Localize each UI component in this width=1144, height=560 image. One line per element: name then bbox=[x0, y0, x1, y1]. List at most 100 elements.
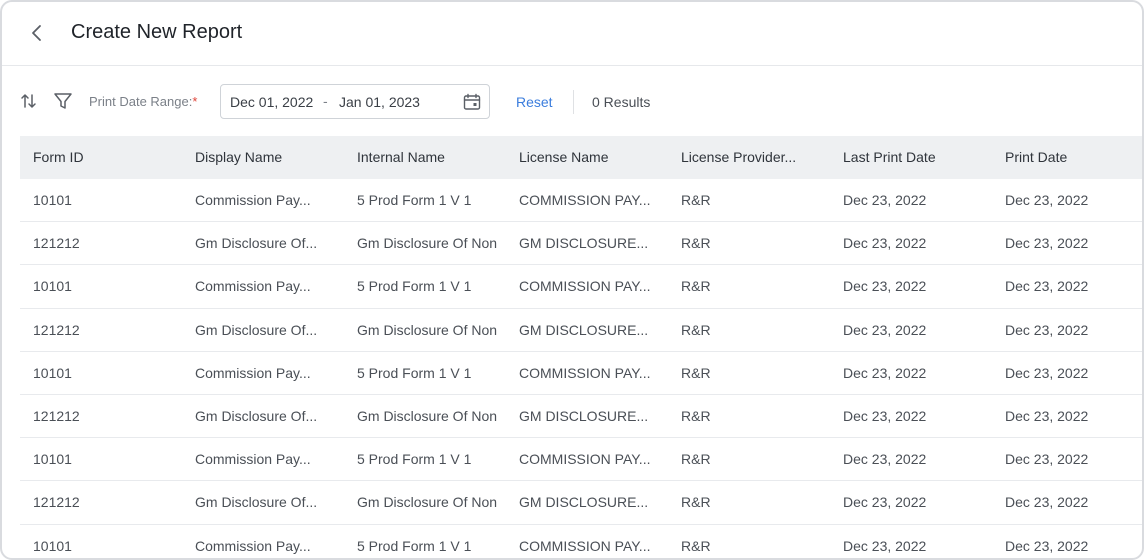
form-id-cell: 121212 bbox=[33, 494, 80, 511]
reset-button[interactable]: Reset bbox=[516, 94, 553, 110]
license-name-cell: GM DISCLOSURE... bbox=[519, 235, 649, 252]
range-label-text: Print Date Range: bbox=[89, 94, 193, 109]
internal-name-cell: Gm Disclosure Of Non bbox=[357, 321, 498, 338]
filter-button[interactable] bbox=[52, 90, 74, 112]
report-table: Form ID Display Name Internal Name Licen… bbox=[20, 136, 1142, 559]
date-separator: - bbox=[323, 93, 328, 109]
column-header-license-provider[interactable]: License Provider... bbox=[681, 149, 831, 165]
internal-name-cell: 5 Prod Form 1 V 1 bbox=[357, 192, 472, 208]
report-window: Create New Report Print Date Range:* Dec… bbox=[0, 0, 1144, 560]
date-start-value: Dec 01, 2022 bbox=[230, 94, 314, 110]
license-provider-cell: R&R bbox=[681, 192, 711, 208]
license-provider-cell: R&R bbox=[681, 321, 711, 338]
last-print-date-cell: Dec 23, 2022 bbox=[843, 494, 927, 511]
page-header: Create New Report bbox=[2, 2, 1142, 66]
form-id-cell: 10101 bbox=[33, 192, 72, 208]
internal-name-cell: 5 Prod Form 1 V 1 bbox=[357, 451, 472, 468]
last-print-date-cell: Dec 23, 2022 bbox=[843, 278, 927, 295]
column-header-print-date[interactable]: Print Date bbox=[1005, 149, 1142, 165]
date-end-value: Jan 01, 2023 bbox=[339, 94, 420, 110]
license-name-cell: GM DISCLOSURE... bbox=[519, 321, 649, 338]
display-name-cell: Commission Pay... bbox=[195, 364, 311, 381]
display-name-cell: Gm Disclosure Of... bbox=[195, 321, 318, 338]
last-print-date-cell: Dec 23, 2022 bbox=[843, 235, 927, 252]
calendar-icon[interactable] bbox=[463, 93, 481, 111]
table-row[interactable]: 121212 Gm Disclosure Of... Gm Disclosure O… bbox=[20, 222, 1142, 266]
table-body: 10101 Commission Pay... 5 Prod Form 1 V 1 C… bbox=[20, 179, 1142, 559]
license-name-cell: COMMISSION PAY... bbox=[519, 278, 651, 295]
form-id-cell: 10101 bbox=[33, 537, 72, 554]
filter-icon bbox=[54, 93, 72, 109]
license-provider-cell: R&R bbox=[681, 407, 711, 424]
last-print-date-cell: Dec 23, 2022 bbox=[843, 321, 927, 338]
display-name-cell: Commission Pay... bbox=[195, 451, 311, 468]
print-date-cell: Dec 23, 2022 bbox=[1005, 192, 1089, 208]
last-print-date-cell: Dec 23, 2022 bbox=[843, 537, 927, 554]
internal-name-cell: Gm Disclosure Of Non bbox=[357, 407, 498, 424]
print-date-cell: Dec 23, 2022 bbox=[1005, 278, 1089, 295]
sort-icon bbox=[21, 94, 36, 108]
print-date-cell: Dec 23, 2022 bbox=[1005, 407, 1089, 424]
last-print-date-cell: Dec 23, 2022 bbox=[843, 407, 927, 424]
form-id-cell: 121212 bbox=[33, 407, 80, 424]
license-provider-cell: R&R bbox=[681, 537, 711, 554]
license-name-cell: COMMISSION PAY... bbox=[519, 537, 651, 554]
print-date-cell: Dec 23, 2022 bbox=[1005, 235, 1089, 252]
print-date-range-label: Print Date Range:* bbox=[89, 94, 197, 109]
required-mark: * bbox=[192, 94, 198, 109]
display-name-cell: Commission Pay... bbox=[195, 278, 311, 295]
form-id-cell: 10101 bbox=[33, 451, 72, 468]
license-provider-cell: R&R bbox=[681, 235, 711, 252]
results-count: 0 Results bbox=[592, 94, 651, 110]
toolbar-divider bbox=[573, 90, 574, 114]
table-row[interactable]: 10101 Commission Pay... 5 Prod Form 1 V 1 C… bbox=[20, 438, 1142, 482]
form-id-cell: 10101 bbox=[33, 278, 72, 295]
back-button[interactable] bbox=[26, 22, 48, 44]
display-name-cell: Gm Disclosure Of... bbox=[195, 235, 318, 252]
internal-name-cell: 5 Prod Form 1 V 1 bbox=[357, 278, 472, 295]
license-provider-cell: R&R bbox=[681, 278, 711, 295]
last-print-date-cell: Dec 23, 2022 bbox=[843, 364, 927, 381]
column-header-license-name[interactable]: License Name bbox=[519, 149, 669, 165]
display-name-cell: Gm Disclosure Of... bbox=[195, 407, 318, 424]
license-name-cell: GM DISCLOSURE... bbox=[519, 407, 649, 424]
table-header: Form ID Display Name Internal Name Licen… bbox=[20, 136, 1142, 179]
license-name-cell: COMMISSION PAY... bbox=[519, 364, 651, 381]
column-header-display-name[interactable]: Display Name bbox=[195, 149, 345, 165]
page-title: Create New Report bbox=[71, 21, 243, 43]
display-name-cell: Commission Pay... bbox=[195, 192, 311, 208]
column-header-last-print-date[interactable]: Last Print Date bbox=[843, 149, 993, 165]
form-id-cell: 121212 bbox=[33, 235, 80, 252]
license-provider-cell: R&R bbox=[681, 494, 711, 511]
filter-toolbar: Print Date Range:* Dec 01, 2022 - Jan 01… bbox=[2, 66, 1142, 136]
print-date-cell: Dec 23, 2022 bbox=[1005, 321, 1089, 338]
print-date-cell: Dec 23, 2022 bbox=[1005, 451, 1089, 468]
form-id-cell: 121212 bbox=[33, 321, 80, 338]
print-date-cell: Dec 23, 2022 bbox=[1005, 364, 1089, 381]
license-provider-cell: R&R bbox=[681, 451, 711, 468]
internal-name-cell: 5 Prod Form 1 V 1 bbox=[357, 537, 472, 554]
column-header-internal-name[interactable]: Internal Name bbox=[357, 149, 505, 165]
chevron-left-icon bbox=[32, 25, 41, 41]
internal-name-cell: 5 Prod Form 1 V 1 bbox=[357, 364, 472, 381]
table-row[interactable]: 121212 Gm Disclosure Of... Gm Disclosure O… bbox=[20, 309, 1142, 352]
table-row[interactable]: 10101 Commission Pay... 5 Prod Form 1 V 1 C… bbox=[20, 265, 1142, 309]
table-row[interactable]: 121212 Gm Disclosure Of... Gm Disclosure O… bbox=[20, 395, 1142, 439]
display-name-cell: Commission Pay... bbox=[195, 537, 311, 554]
internal-name-cell: Gm Disclosure Of Non bbox=[357, 494, 498, 511]
date-range-picker[interactable]: Dec 01, 2022 - Jan 01, 2023 bbox=[220, 84, 490, 119]
table-row[interactable]: 10101 Commission Pay... 5 Prod Form 1 V 1 C… bbox=[20, 352, 1142, 395]
license-name-cell: GM DISCLOSURE... bbox=[519, 494, 649, 511]
display-name-cell: Gm Disclosure Of... bbox=[195, 494, 318, 511]
form-id-cell: 10101 bbox=[33, 364, 72, 381]
table-row[interactable]: 121212 Gm Disclosure Of... Gm Disclosure O… bbox=[20, 481, 1142, 525]
print-date-cell: Dec 23, 2022 bbox=[1005, 537, 1089, 554]
last-print-date-cell: Dec 23, 2022 bbox=[843, 192, 927, 208]
table-row[interactable]: 10101 Commission Pay... 5 Prod Form 1 V 1 C… bbox=[20, 525, 1142, 559]
license-name-cell: COMMISSION PAY... bbox=[519, 192, 651, 208]
print-date-cell: Dec 23, 2022 bbox=[1005, 494, 1089, 511]
sort-button[interactable] bbox=[18, 90, 40, 112]
internal-name-cell: Gm Disclosure Of Non bbox=[357, 235, 498, 252]
column-header-form-id[interactable]: Form ID bbox=[33, 149, 183, 165]
table-row[interactable]: 10101 Commission Pay... 5 Prod Form 1 V 1 C… bbox=[20, 179, 1142, 223]
